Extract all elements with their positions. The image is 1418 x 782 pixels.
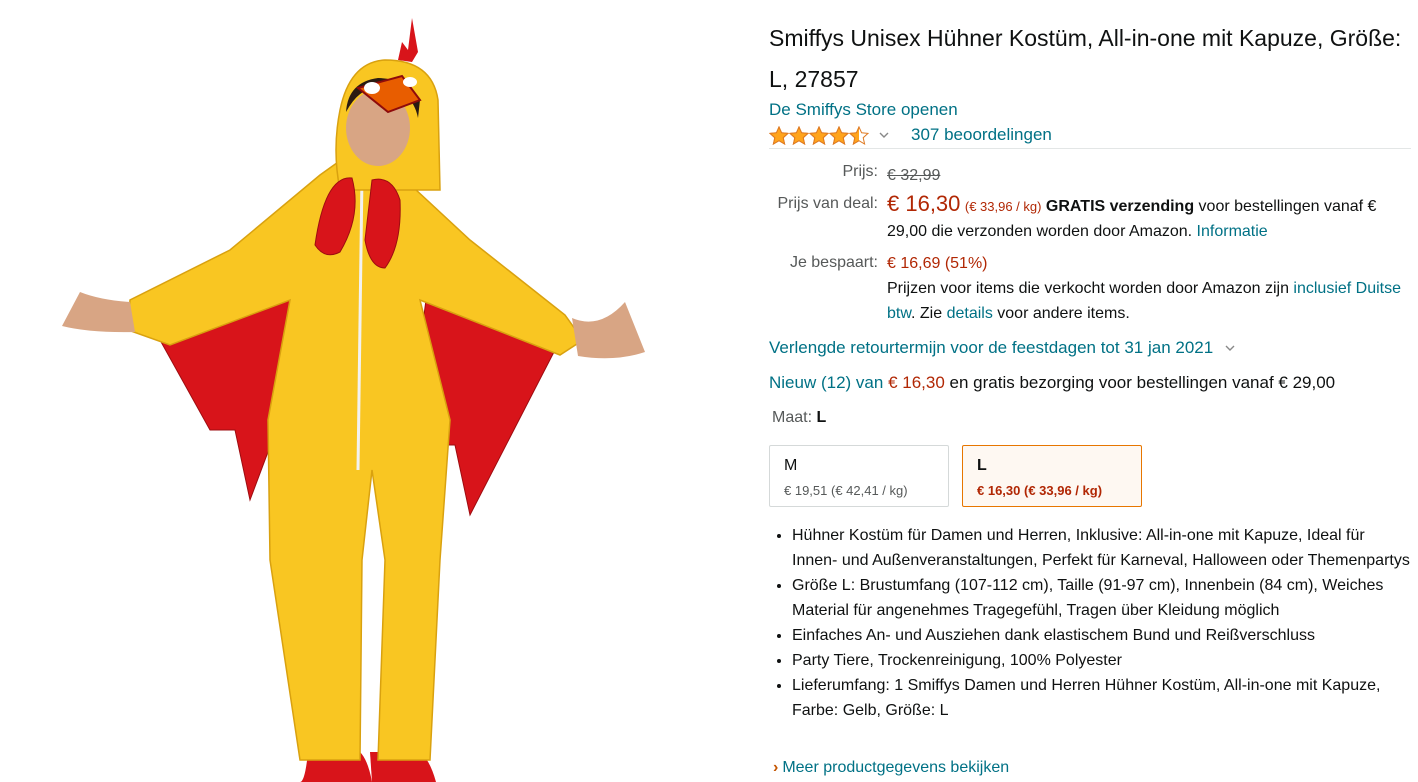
size-option-price: € 16,30 (€ 33,96 / kg) (977, 483, 1103, 498)
size-label-row: Maat: L (772, 407, 826, 429)
star-icon (849, 125, 869, 145)
offers-price: € 16,30 (888, 373, 945, 392)
deal-price: € 16,30 (887, 191, 961, 216)
more-details-link[interactable]: Meer productgegevens bekijken (782, 755, 1009, 780)
product-title: Smiffys Unisex Hühner Kostüm, All-in-one… (769, 25, 1402, 92)
new-offers-link[interactable]: Nieuw (12) van (769, 373, 883, 392)
tax-text-2: . Zie (911, 305, 947, 322)
divider (769, 148, 1411, 149)
size-option-name: M (784, 457, 798, 474)
bullet-item: Lieferumfang: 1 Smiffys Damen und Herren… (792, 673, 1412, 723)
size-option-price: € 19,51 (€ 42,41 / kg) (784, 483, 908, 498)
bullet-item: Einfaches An- und Ausziehen dank elastis… (792, 623, 1412, 648)
star-icon (809, 125, 829, 145)
savings-label: Je bespaart: (789, 254, 878, 271)
size-option-m[interactable]: M € 19,51 (€ 42,41 / kg) (769, 445, 949, 507)
chevron-down-icon[interactable] (879, 130, 889, 140)
feature-bullets: Hühner Kostüm für Damen und Herren, Inkl… (769, 523, 1412, 723)
chevron-down-icon[interactable] (1225, 343, 1235, 353)
info-link[interactable]: Informatie (1197, 223, 1268, 240)
returns-row[interactable]: Verlengde retourtermijn voor de feestdag… (769, 337, 1235, 359)
size-selected: L (816, 409, 827, 426)
product-image[interactable] (0, 0, 740, 782)
chevron-right-icon: › (773, 759, 779, 776)
deal-price-label: Prijs van deal: (777, 195, 879, 212)
rating-stars[interactable] (769, 125, 869, 145)
list-price-label: Prijs: (842, 163, 878, 180)
savings-amount: € 16,69 (51%) (887, 255, 988, 272)
ratings-count-link[interactable]: 307 beoordelingen (911, 125, 1052, 145)
size-option-name: L (977, 457, 987, 474)
tax-text-3: voor andere items. (992, 305, 1130, 322)
bullet-item: Größe L: Brustumfang (107-112 cm), Taill… (792, 573, 1412, 623)
rating-row: 307 beoordelingen (769, 123, 1052, 147)
unit-price: (€ 33,96 / kg) (964, 199, 1042, 214)
list-price: € 32,99 (887, 167, 941, 184)
bullet-item: Party Tiere, Trockenreinigung, 100% Poly… (792, 648, 1412, 673)
star-icon (789, 125, 809, 145)
star-icon (829, 125, 849, 145)
bullet-item: Hühner Kostüm für Damen und Herren, Inkl… (792, 523, 1412, 573)
offers-text: en gratis bezorging voor bestellingen va… (944, 373, 1336, 392)
tax-text: Prijzen voor items die verkocht worden d… (887, 280, 1294, 297)
star-icon (769, 125, 789, 145)
size-option-l[interactable]: L € 16,30 (€ 33,96 / kg) (962, 445, 1142, 507)
size-label: Maat: (772, 409, 813, 426)
new-offers-row: Nieuw (12) van € 16,30 en gratis bezorgi… (769, 372, 1335, 394)
returns-link[interactable]: Verlengde retourtermijn voor de feestdag… (769, 337, 1213, 359)
more-details-row[interactable]: › Meer productgegevens bekijken (773, 755, 1009, 780)
details-link[interactable]: details (947, 305, 993, 322)
free-shipping: GRATIS verzending (1045, 198, 1195, 215)
product-image-pane[interactable] (0, 0, 740, 782)
store-link[interactable]: De Smiffys Store openen (769, 99, 958, 121)
